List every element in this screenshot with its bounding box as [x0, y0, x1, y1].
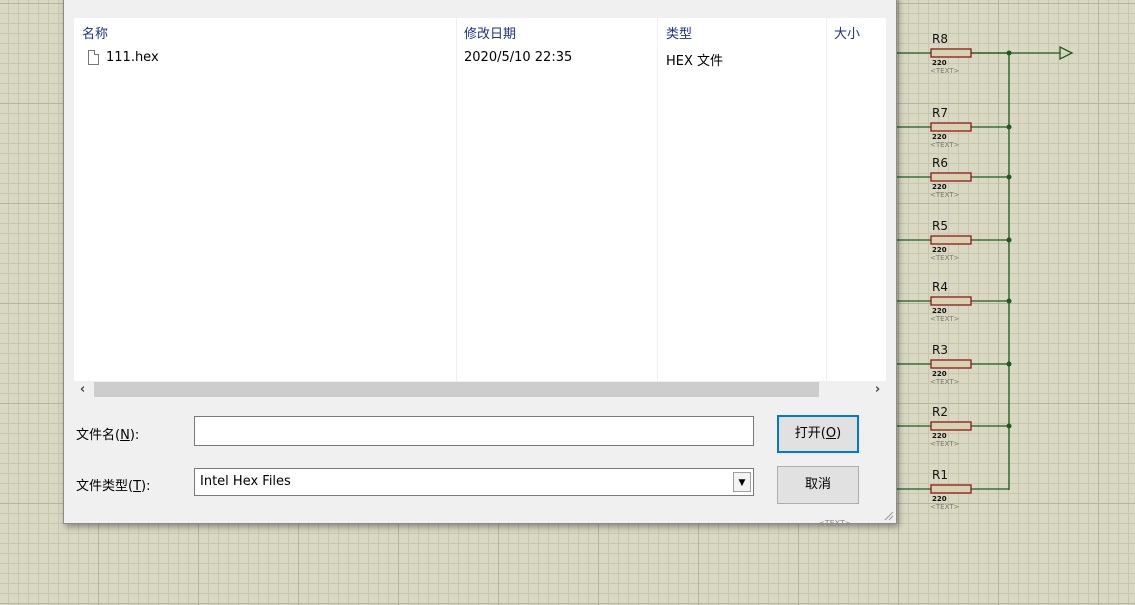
- filetype-label: 文件类型(T):: [76, 479, 151, 494]
- resistor-body: [930, 359, 972, 369]
- resistor-value: 220: [932, 495, 947, 503]
- filename-label: 文件名(N):: [76, 428, 140, 443]
- resistor-text: <TEXT>: [930, 315, 960, 323]
- column-separator[interactable]: [456, 18, 457, 381]
- resistor-body: [930, 48, 972, 58]
- resistor-value: 220: [932, 370, 947, 378]
- resistor-r1[interactable]: R1 220<TEXT>: [895, 468, 1009, 511]
- resistor-label: R3: [932, 343, 948, 357]
- file-icon: [88, 50, 99, 65]
- file-row[interactable]: 111.hex 2020/5/10 22:35 HEX 文件: [74, 48, 886, 69]
- resistor-label: R2: [932, 405, 948, 419]
- horizontal-scrollbar[interactable]: ‹ ›: [74, 381, 886, 398]
- open-button[interactable]: 打开(O): [777, 415, 859, 453]
- junction-dot: [1006, 237, 1012, 243]
- resistor-r5[interactable]: R5 220<TEXT>: [895, 219, 1012, 262]
- resize-grip-icon[interactable]: [882, 509, 894, 521]
- resistor-text: <TEXT>: [930, 378, 960, 386]
- resistor-label: R4: [932, 280, 948, 294]
- column-separator[interactable]: [657, 18, 658, 381]
- resistor-label: R7: [932, 106, 948, 120]
- filetype-select[interactable]: Intel Hex Files ▼: [194, 468, 754, 496]
- scroll-left-icon[interactable]: ‹: [74, 381, 91, 398]
- junction-dot: [1006, 423, 1012, 429]
- open-file-dialog: ^ 名称 修改日期 类型 大小 111.hex 2020/5/10 22:35 …: [63, 0, 897, 524]
- output-terminal[interactable]: [1059, 45, 1074, 61]
- resistor-body: [930, 421, 972, 431]
- resistor-r8[interactable]: R8 220<TEXT>: [895, 32, 1012, 75]
- resistor-r7[interactable]: R7 220<TEXT>: [895, 106, 1012, 149]
- resistor-text: <TEXT>: [930, 503, 960, 511]
- junction-dot: [1006, 124, 1012, 130]
- resistor-r4[interactable]: R4 220<TEXT>: [895, 280, 1012, 323]
- filename-input[interactable]: [194, 416, 754, 446]
- junction-dot: [1006, 298, 1012, 304]
- column-header-name[interactable]: 名称: [82, 23, 108, 42]
- resistor-text: <TEXT>: [930, 191, 960, 199]
- resistor-text: <TEXT>: [930, 141, 960, 149]
- resistor-text: <TEXT>: [930, 254, 960, 262]
- filetype-value: Intel Hex Files: [200, 474, 291, 489]
- cancel-button[interactable]: 取消: [777, 466, 859, 504]
- resistor-value: 220: [932, 59, 947, 67]
- resistor-r2[interactable]: R2 220<TEXT>: [895, 405, 1012, 448]
- resistor-r6[interactable]: R6 220<TEXT>: [895, 156, 1012, 199]
- junction-dot: [1006, 174, 1012, 180]
- resistor-body: [930, 235, 972, 245]
- file-modified: 2020/5/10 22:35: [464, 50, 573, 65]
- resistor-label: R1: [932, 468, 948, 482]
- junction-dot: [1006, 50, 1012, 56]
- resistor-value: 220: [932, 432, 947, 440]
- column-header-size[interactable]: 大小: [834, 23, 860, 42]
- column-header-modified[interactable]: 修改日期: [464, 23, 516, 42]
- scroll-right-icon[interactable]: ›: [869, 381, 886, 398]
- junction-dot: [1006, 361, 1012, 367]
- file-name: 111.hex: [106, 50, 159, 65]
- scrollbar-thumb[interactable]: [94, 382, 819, 397]
- column-header-type[interactable]: 类型: [666, 23, 692, 42]
- resistor-label: R8: [932, 32, 948, 46]
- resistor-body: [930, 296, 972, 306]
- dropdown-arrow-icon[interactable]: ▼: [733, 472, 751, 492]
- resistor-text: <TEXT>: [930, 440, 960, 448]
- resistor-value: 220: [932, 246, 947, 254]
- resistor-value: 220: [932, 307, 947, 315]
- resistor-text: <TEXT>: [930, 67, 960, 75]
- resistor-r3[interactable]: R3 220<TEXT>: [895, 343, 1012, 386]
- resistor-value: 220: [932, 183, 947, 191]
- stray-text-label: <TEXT>: [818, 519, 852, 528]
- resistor-body: [930, 122, 972, 132]
- column-separator[interactable]: [826, 18, 827, 381]
- resistor-label: R6: [932, 156, 948, 170]
- resistor-body: [930, 172, 972, 182]
- file-type: HEX 文件: [666, 54, 724, 69]
- sort-ascending-icon: ^: [259, 18, 270, 26]
- resistor-body: [930, 484, 972, 494]
- file-list[interactable]: ^ 名称 修改日期 类型 大小 111.hex 2020/5/10 22:35 …: [74, 18, 886, 381]
- resistor-label: R5: [932, 219, 948, 233]
- resistor-value: 220: [932, 133, 947, 141]
